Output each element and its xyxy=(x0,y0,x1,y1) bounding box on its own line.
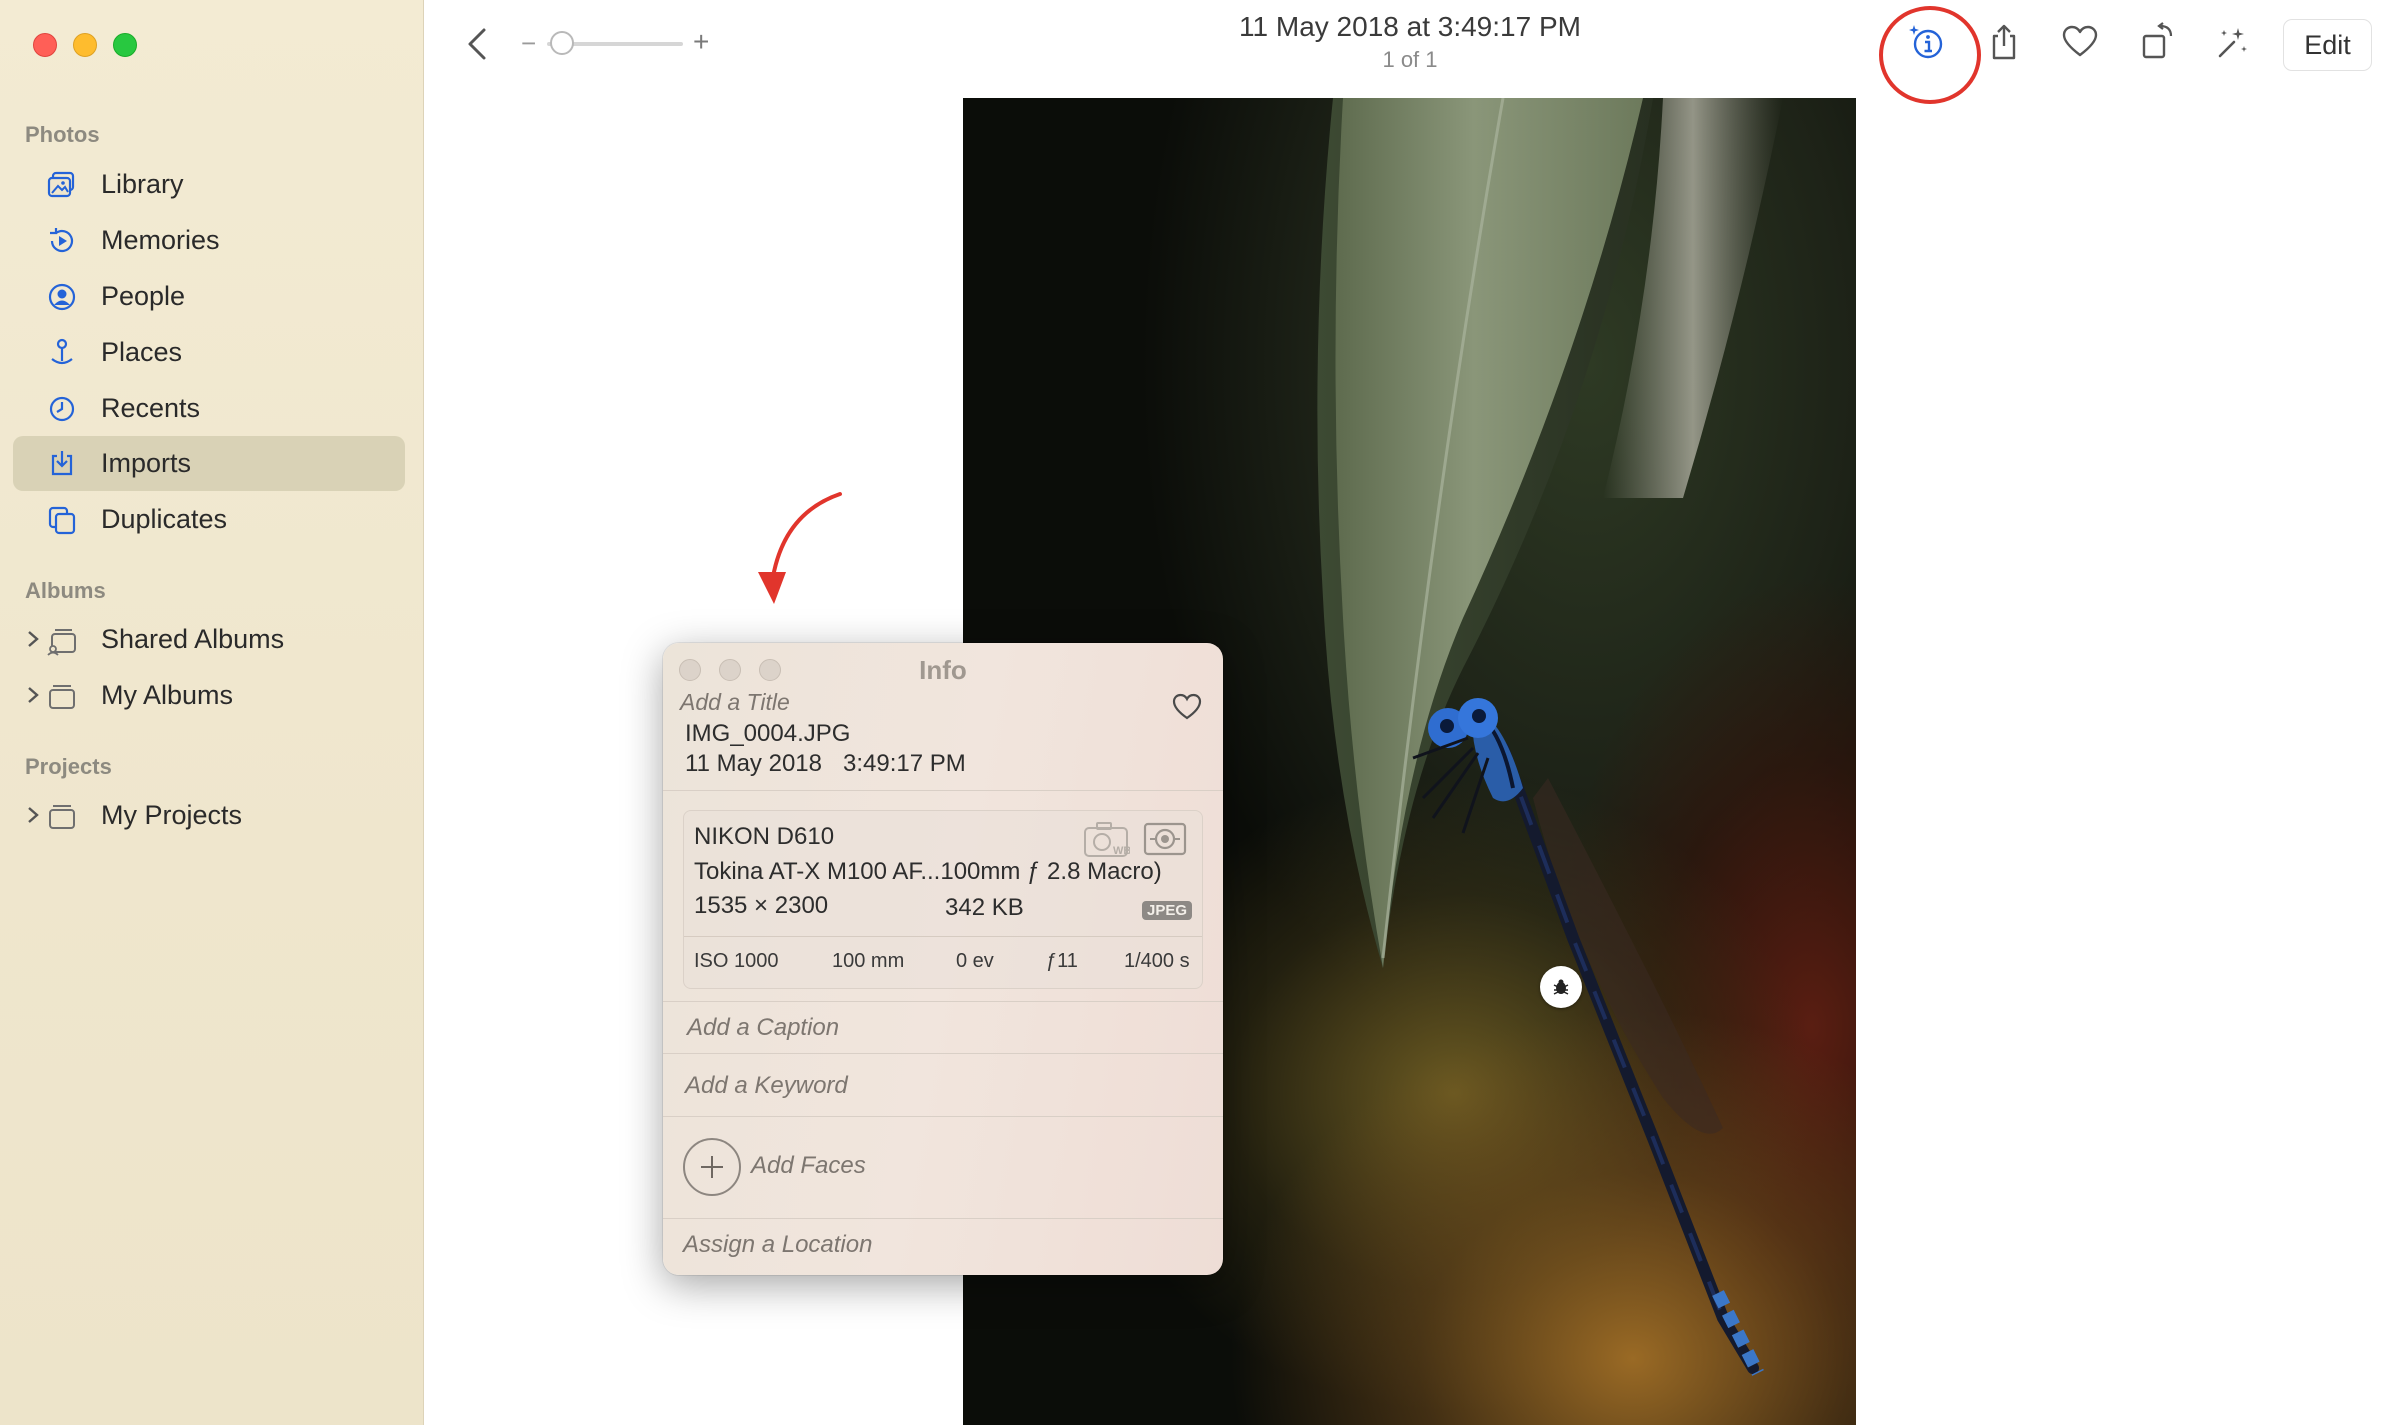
people-icon xyxy=(45,280,79,314)
sidebar-item-label: My Albums xyxy=(101,680,234,710)
sidebar-item-label: Imports xyxy=(101,448,192,478)
keyword-field[interactable]: Add a Keyword xyxy=(685,1072,848,1100)
places-icon xyxy=(45,336,79,370)
rotate-button[interactable] xyxy=(2136,20,2180,64)
sidebar-item-shared-albums[interactable]: Shared Albums xyxy=(13,612,405,667)
camera-model: NIKON D610 xyxy=(694,823,835,850)
sidebar-item-label: Memories xyxy=(101,225,220,255)
add-faces-label[interactable]: Add Faces xyxy=(751,1152,866,1180)
annotation-arrow xyxy=(758,492,842,604)
divider xyxy=(663,1218,1223,1219)
add-faces-button[interactable] xyxy=(683,1138,741,1196)
camera-info-box: NIKON D610 Tokina AT-X M100 AF...100mm ƒ… xyxy=(683,810,1203,989)
sidebar: Photos Library Memories People Places Re… xyxy=(0,0,424,1425)
lens-model: Tokina AT-X M100 AF...100mm ƒ 2.8 Macro) xyxy=(694,858,1162,885)
sidebar-item-label: Library xyxy=(101,169,184,199)
bug-cursor-icon xyxy=(1540,966,1582,1008)
back-icon xyxy=(468,28,486,60)
sidebar-item-duplicates[interactable]: Duplicates xyxy=(13,492,405,547)
sidebar-section-albums: Albums xyxy=(25,578,106,603)
svg-text:WB: WB xyxy=(1113,845,1130,857)
sidebar-item-label: People xyxy=(101,281,186,311)
divider xyxy=(663,1053,1223,1054)
exif-focal-length: 100 mm xyxy=(832,950,905,972)
sidebar-item-memories[interactable]: Memories xyxy=(13,213,405,268)
shared-albums-icon xyxy=(45,623,79,657)
sidebar-item-label: Places xyxy=(101,337,183,367)
sidebar-item-imports[interactable]: Imports xyxy=(13,436,405,491)
sidebar-item-places[interactable]: Places xyxy=(13,325,405,380)
share-button[interactable] xyxy=(1982,20,2026,64)
memories-icon xyxy=(45,224,79,258)
white-balance-camera-icon: WB xyxy=(1084,822,1130,857)
file-size: 342 KB xyxy=(945,894,1024,921)
sidebar-item-label: My Projects xyxy=(101,800,243,830)
sidebar-section-projects: Projects xyxy=(25,754,112,779)
photo-count: 1 of 1 xyxy=(1382,47,1438,72)
window-close-button[interactable] xyxy=(33,33,57,57)
share-icon xyxy=(1992,24,2016,60)
divider xyxy=(663,790,1223,791)
rotate-icon xyxy=(2142,22,2173,59)
sidebar-item-label: Duplicates xyxy=(101,504,228,534)
sidebar-item-label: Recents xyxy=(101,393,201,423)
info-panel-title: Info xyxy=(919,655,967,685)
photo-date-title: 11 May 2018 at 3:49:17 PM xyxy=(1239,11,1581,42)
sidebar-item-people[interactable]: People xyxy=(13,269,405,324)
window-minimize-button[interactable] xyxy=(73,33,97,57)
location-field[interactable]: Assign a Location xyxy=(683,1231,872,1259)
exif-shutter-speed: 1/400 s xyxy=(1124,950,1190,972)
zoom-slider-knob[interactable] xyxy=(550,31,574,55)
duplicates-icon xyxy=(45,503,79,537)
sidebar-section-photos: Photos xyxy=(25,122,100,147)
photo-date: 11 May 2018 xyxy=(685,750,822,777)
recents-icon xyxy=(45,392,79,426)
exif-exposure-bias: 0 ev xyxy=(956,950,994,972)
caption-field[interactable]: Add a Caption xyxy=(687,1014,839,1042)
heart-icon[interactable] xyxy=(1171,691,1203,721)
library-icon xyxy=(45,168,79,202)
annotation-circle xyxy=(1879,6,1981,104)
magic-wand-icon xyxy=(2218,28,2247,58)
divider xyxy=(684,936,1202,937)
sidebar-item-my-albums[interactable]: My Albums xyxy=(13,668,405,723)
album-icon xyxy=(45,679,79,713)
chevron-right-icon[interactable] xyxy=(23,685,43,705)
zoom-in-button[interactable]: + xyxy=(693,26,709,58)
heart-icon xyxy=(2062,25,2098,57)
sidebar-item-recents[interactable]: Recents xyxy=(13,381,405,436)
image-dimensions: 1535 × 2300 xyxy=(694,892,829,919)
metering-icon xyxy=(1143,822,1187,856)
sidebar-item-my-projects[interactable]: My Projects xyxy=(13,788,405,843)
chevron-right-icon[interactable] xyxy=(23,629,43,649)
exif-aperture: ƒ11 xyxy=(1046,950,1078,972)
projects-icon xyxy=(45,799,79,833)
sidebar-item-label: Shared Albums xyxy=(101,624,285,654)
sidebar-item-library[interactable]: Library xyxy=(13,157,405,212)
auto-enhance-button[interactable] xyxy=(2210,20,2254,64)
info-panel: Info Add a Title IMG_0004.JPG 11 May 201… xyxy=(663,643,1223,1275)
imports-icon xyxy=(45,447,79,481)
divider xyxy=(663,1116,1223,1117)
exif-iso: ISO 1000 xyxy=(694,950,779,972)
divider xyxy=(663,1001,1223,1002)
chevron-right-icon[interactable] xyxy=(23,805,43,825)
zoom-out-button[interactable]: − xyxy=(521,28,536,59)
favorite-button[interactable] xyxy=(2058,20,2102,64)
window-zoom-button[interactable] xyxy=(113,33,137,57)
back-button[interactable] xyxy=(462,24,492,64)
photo-time: 3:49:17 PM xyxy=(843,750,966,777)
file-name: IMG_0004.JPG xyxy=(685,720,851,747)
format-badge: JPEG xyxy=(1142,901,1193,920)
plus-icon xyxy=(701,1156,723,1178)
edit-button[interactable]: Edit xyxy=(2283,19,2372,71)
title-field[interactable]: Add a Title xyxy=(680,689,790,716)
